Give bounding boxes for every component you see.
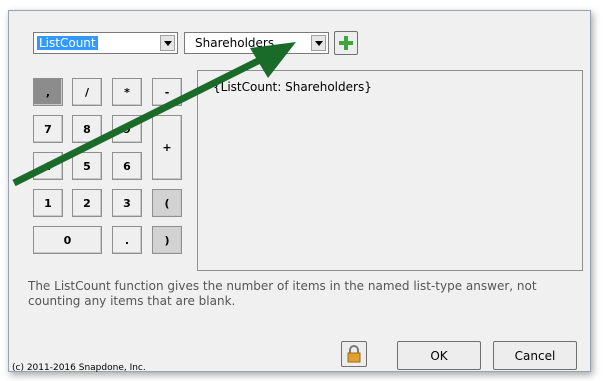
annotation-arrow-icon <box>12 42 296 187</box>
